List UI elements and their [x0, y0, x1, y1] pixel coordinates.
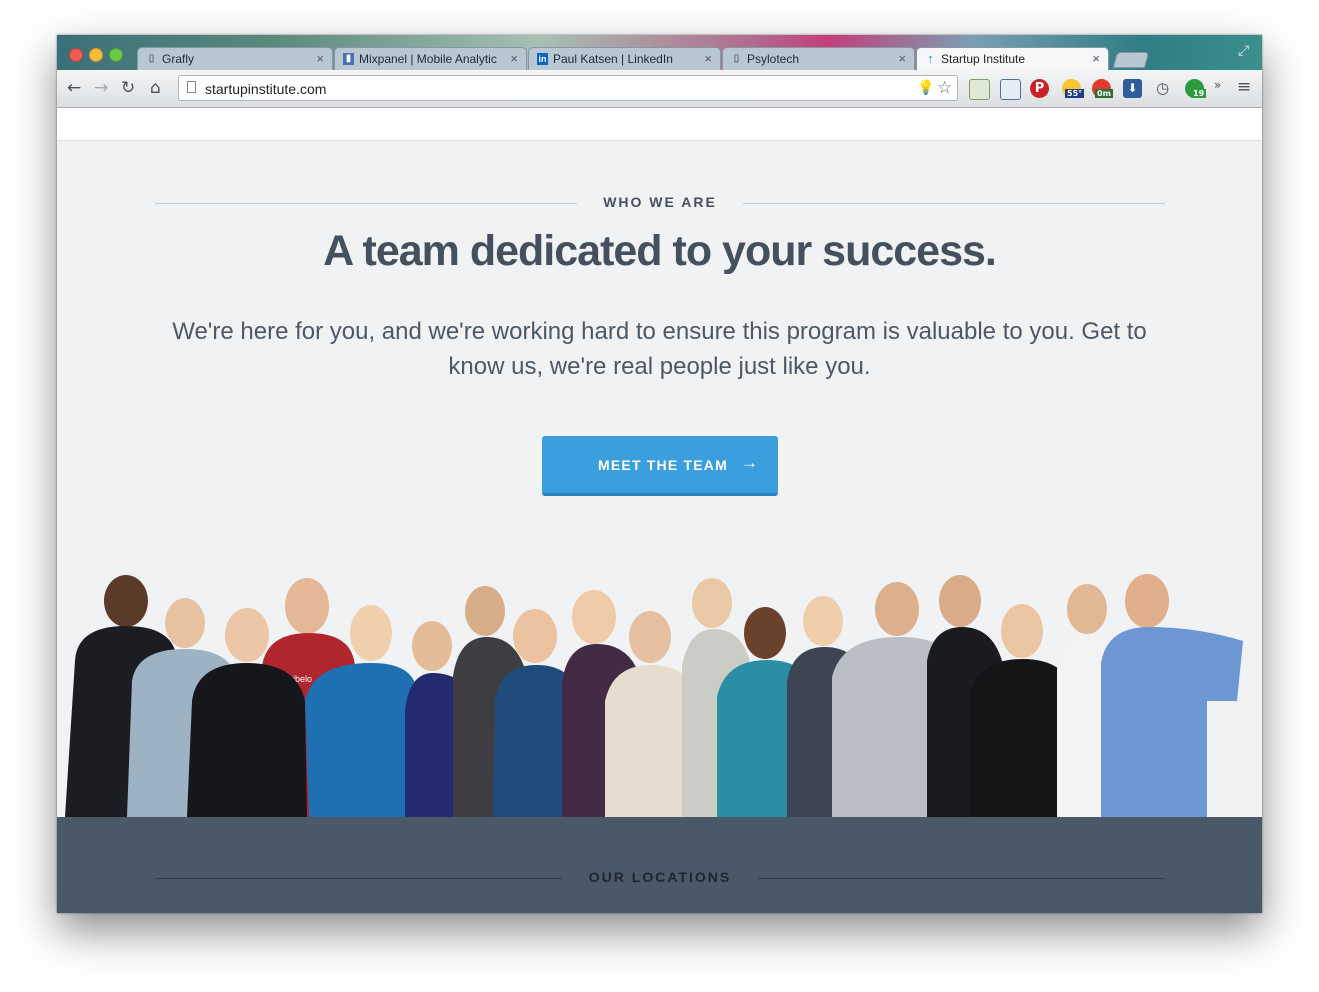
page-icon: ▯: [733, 53, 740, 64]
tab-grafly[interactable]: ▯ Grafly ×: [137, 47, 333, 70]
clock-icon[interactable]: ◷: [1153, 79, 1172, 98]
forward-icon[interactable]: →: [94, 78, 108, 98]
locations-eyebrow: OUR LOCATIONS: [588, 869, 732, 885]
browser-window: ▯ Grafly × ▮ Mixpanel | Mobile Analytic …: [57, 35, 1262, 913]
bookmark-star-icon[interactable]: ☆: [937, 78, 952, 98]
close-tab-icon[interactable]: ×: [898, 51, 906, 66]
divider-right: [758, 878, 1165, 879]
meet-the-team-button[interactable]: MEET THE TEAM →: [542, 436, 778, 496]
tab-label: Grafly: [162, 52, 195, 66]
close-tab-icon[interactable]: ×: [510, 51, 518, 66]
button-label: MEET THE TEAM: [598, 457, 728, 473]
divider-right: [743, 203, 1165, 204]
site-header-strip: [57, 108, 1262, 141]
address-bar[interactable]: startupinstitute.com 💡 ☆: [178, 75, 958, 101]
tab-mixpanel[interactable]: ▮ Mixpanel | Mobile Analytic ×: [334, 47, 527, 70]
timer-badge: 0m: [1095, 89, 1113, 98]
tab-strip: ▯ Grafly × ▮ Mixpanel | Mobile Analytic …: [57, 35, 1262, 70]
url-text[interactable]: startupinstitute.com: [205, 81, 326, 97]
pinterest-icon[interactable]: P: [1030, 79, 1049, 98]
page-icon: ▯: [148, 53, 155, 64]
menu-icon[interactable]: ≡: [1237, 77, 1251, 97]
timer-ext-icon[interactable]: 0m: [1092, 79, 1113, 98]
tab-label: Startup Institute: [941, 52, 1026, 66]
intro-paragraph: We're here for you, and we're working ha…: [172, 318, 1147, 380]
fullscreen-icon[interactable]: ⤢: [1238, 43, 1249, 59]
extensions-overflow-icon[interactable]: »: [1214, 78, 1221, 92]
browser-toolbar: ← → ↻ ⌂ startupinstitute.com 💡 ☆ P 55° 0…: [57, 70, 1262, 108]
startup-institute-icon: ↑: [927, 51, 934, 66]
team-photo: ibelo: [65, 574, 1243, 817]
tab-label: Mixpanel | Mobile Analytic: [359, 52, 497, 66]
window-ext-icon[interactable]: [1000, 79, 1021, 100]
page-icon: [187, 81, 196, 93]
close-tab-icon[interactable]: ×: [316, 51, 324, 66]
back-icon[interactable]: ←: [67, 78, 81, 98]
home-icon[interactable]: ⌂: [150, 78, 161, 98]
divider-left: [155, 203, 577, 204]
close-tab-icon[interactable]: ×: [1092, 51, 1100, 66]
new-tab-button[interactable]: [1112, 52, 1150, 68]
mixpanel-icon: ▮: [343, 53, 354, 65]
arrow-right-icon: →: [741, 453, 760, 472]
weather-icon[interactable]: 55°: [1062, 79, 1085, 98]
counter-badge: 19: [1191, 89, 1207, 98]
counter-ext-icon[interactable]: 19: [1185, 79, 1207, 98]
tab-psylotech[interactable]: ▯ Psylotech ×: [722, 47, 915, 70]
forward-ext-icon[interactable]: [969, 79, 990, 100]
divider-left: [155, 878, 562, 879]
tab-label: Psylotech: [747, 52, 800, 66]
zoom-window-icon[interactable]: [109, 48, 123, 62]
minimize-window-icon[interactable]: [89, 48, 103, 62]
tab-linkedin[interactable]: in Paul Katsen | LinkedIn ×: [528, 47, 721, 70]
download-icon[interactable]: ⬇: [1123, 79, 1142, 98]
tab-label: Paul Katsen | LinkedIn: [553, 52, 673, 66]
tab-startup-institute[interactable]: ↑ Startup Institute ×: [916, 47, 1109, 70]
reload-icon[interactable]: ↻: [121, 78, 135, 98]
section-eyebrow: WHO WE ARE: [603, 194, 717, 210]
page-headline: A team dedicated to your success.: [323, 227, 997, 275]
lightbulb-icon[interactable]: 💡: [917, 80, 934, 96]
close-tab-icon[interactable]: ×: [704, 51, 712, 66]
team-silhouettes: ibelo: [65, 574, 1243, 817]
locations-section: OUR LOCATIONS: [57, 817, 1262, 913]
linkedin-icon: in: [537, 53, 548, 65]
close-window-icon[interactable]: [69, 48, 83, 62]
weather-badge: 55°: [1065, 89, 1085, 98]
